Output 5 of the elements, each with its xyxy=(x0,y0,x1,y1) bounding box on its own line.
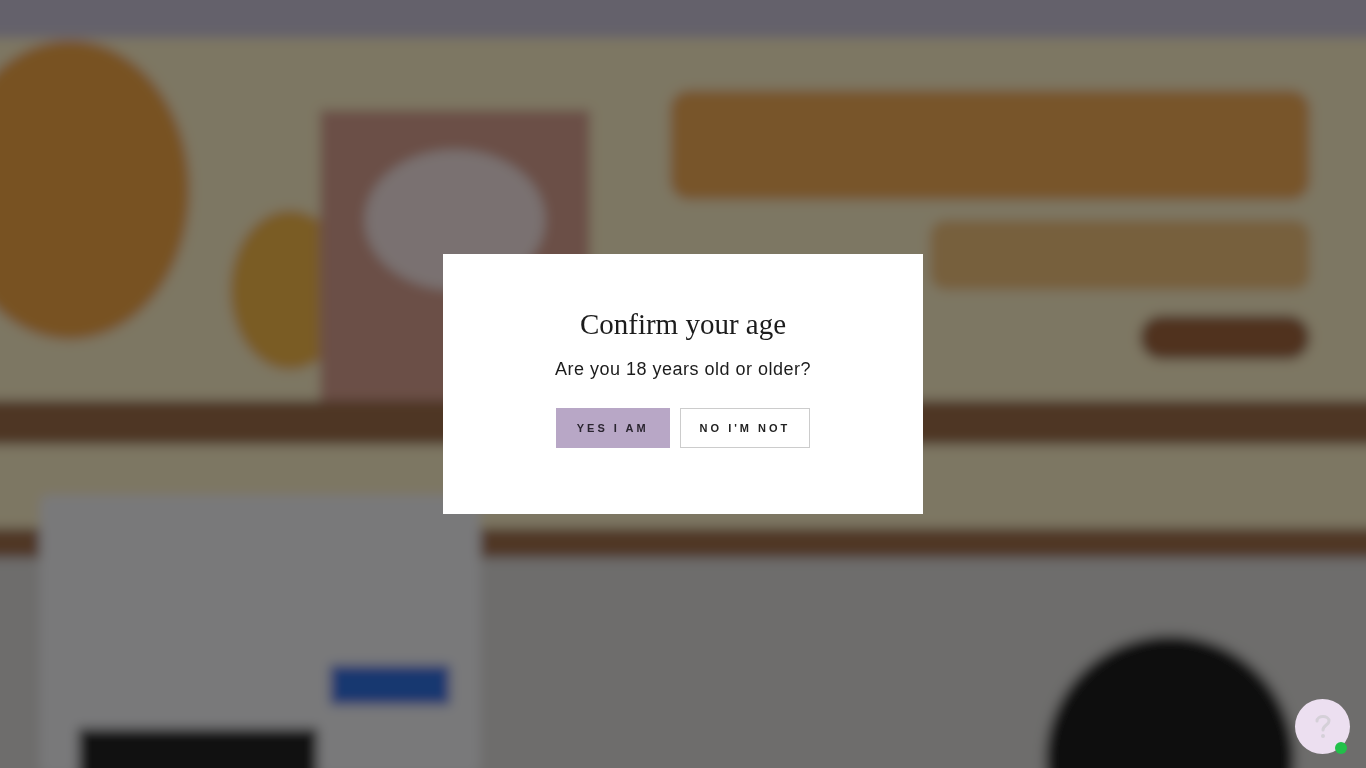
question-icon xyxy=(1313,713,1332,740)
confirm-button[interactable]: YES I AM xyxy=(555,408,670,448)
dialog-title: Confirm your age xyxy=(579,307,787,342)
age-question: Are you 18 years old or older? xyxy=(554,358,812,381)
decline-button[interactable]: NO I'M NOT xyxy=(679,408,811,448)
